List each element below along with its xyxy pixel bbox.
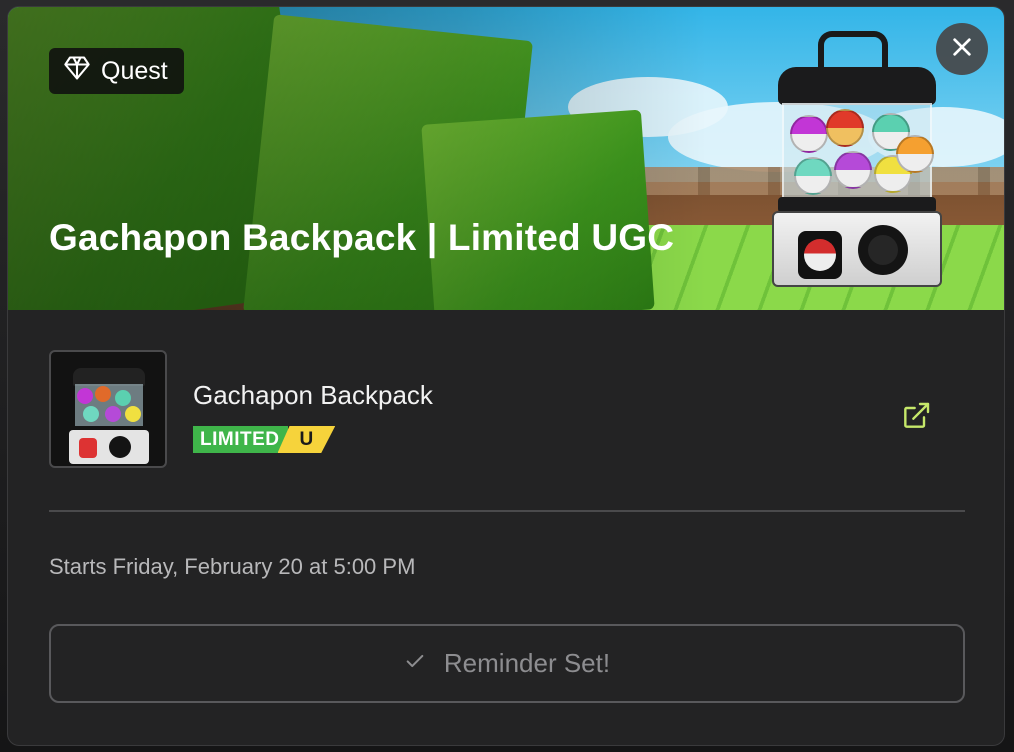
machine-capsule <box>804 239 836 271</box>
limited-badge: LIMITED U <box>193 426 335 453</box>
machine-handle <box>818 31 888 71</box>
modal-title: Gachapon Backpack | Limited UGC <box>49 217 675 258</box>
thumb-capsule <box>115 390 131 406</box>
thumb-capsule <box>125 406 141 422</box>
thumb-slot <box>79 438 97 458</box>
thumb-glass <box>75 384 143 426</box>
thumb-capsule <box>83 406 99 422</box>
machine-glass <box>782 103 934 203</box>
thumb-capsule <box>105 406 121 422</box>
capsule <box>790 115 828 153</box>
item-name[interactable]: Gachapon Backpack <box>193 380 433 411</box>
thumb-capsule <box>95 386 111 402</box>
quest-modal: Quest Gachapon Backpack | Limited UGC Ga… <box>7 6 1005 746</box>
capsule <box>826 109 864 147</box>
reminder-button[interactable]: Reminder Set! <box>49 624 965 703</box>
thumb-knob <box>109 436 131 458</box>
external-link-button[interactable] <box>900 400 932 432</box>
quest-badge-label: Quest <box>101 56 168 85</box>
thumb-capsule <box>77 388 93 404</box>
quest-badge: Quest <box>49 48 184 94</box>
divider <box>49 510 965 512</box>
check-icon <box>404 648 426 679</box>
external-link-icon <box>900 402 932 436</box>
machine-lid <box>778 67 936 105</box>
limited-label: LIMITED <box>193 426 288 453</box>
item-thumbnail[interactable] <box>49 350 167 468</box>
gachapon-machine-image <box>772 29 942 287</box>
item-row: Gachapon Backpack LIMITED U <box>49 350 965 470</box>
machine-knob <box>858 225 908 275</box>
capsule <box>834 151 872 189</box>
close-icon <box>951 36 973 63</box>
capsule <box>794 157 832 195</box>
hero-banner: Quest Gachapon Backpack | Limited UGC <box>8 7 1004 310</box>
close-button[interactable] <box>936 23 988 75</box>
gem-icon <box>63 54 91 89</box>
reminder-label: Reminder Set! <box>443 648 611 678</box>
start-time-text: Starts Friday, February 20 at 5:00 PM <box>49 554 416 579</box>
capsule <box>896 135 934 173</box>
